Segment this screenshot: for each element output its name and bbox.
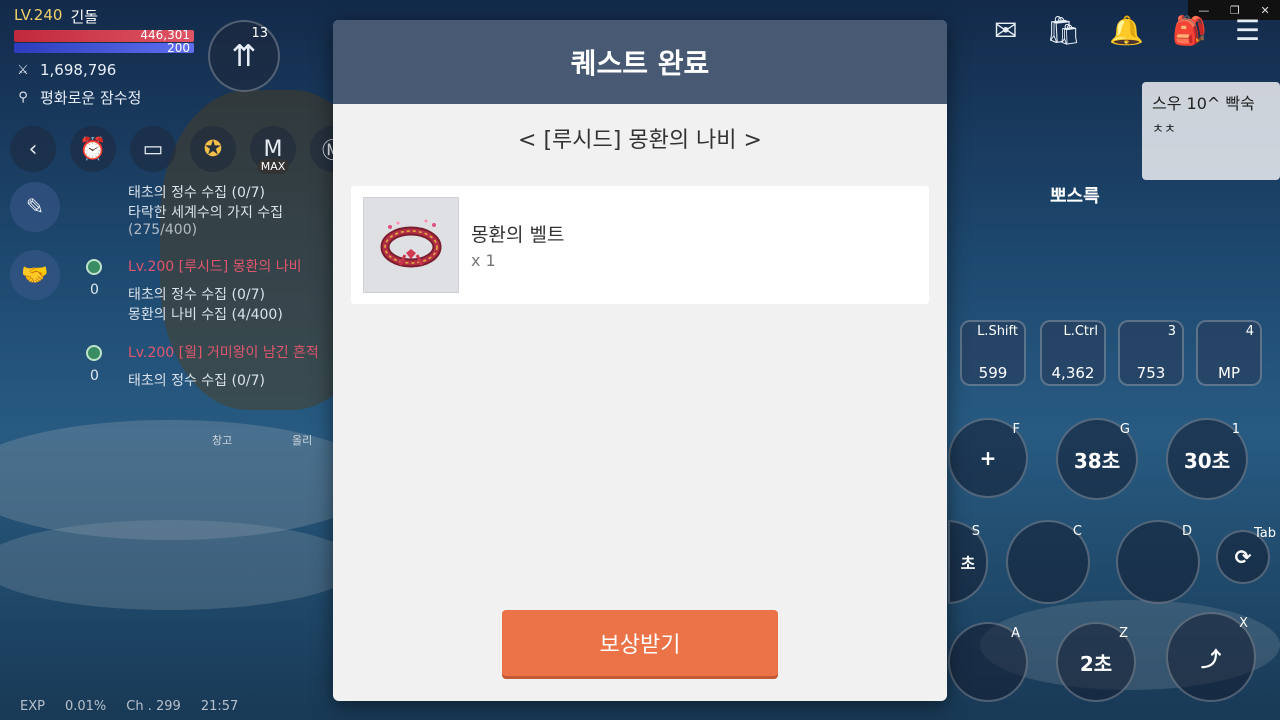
- nickname: 긴돌: [70, 8, 99, 26]
- quick-slot[interactable]: 4 MP: [1196, 320, 1262, 386]
- quest-line: 타락한 세계수의 가지 수집: [128, 205, 284, 221]
- dialog-title: 퀘스트 완료: [570, 47, 710, 80]
- menu-icon-row: ‹ ⏰ ▭ ✪ MMAX Ⓜ: [10, 126, 356, 174]
- levelup-count: 13: [251, 26, 268, 41]
- level-text: LV.240: [14, 6, 63, 24]
- reward-item-card[interactable]: 몽환의 벨트 x 1: [351, 186, 929, 304]
- quest-name: < [루시드] 몽환의 나비 >: [518, 128, 762, 153]
- other-label: 올리: [292, 434, 313, 447]
- hamburger-menu-icon[interactable]: ☰: [1235, 14, 1260, 47]
- levelup-button[interactable]: ⇈ 13: [208, 20, 280, 92]
- reward-item-info: 몽환의 벨트 x 1: [471, 220, 564, 270]
- quest-line: 태초의 정수 수집 (0/7): [128, 185, 265, 201]
- skill-button[interactable]: Z 2초: [1056, 622, 1136, 702]
- skill-button[interactable]: A: [948, 622, 1028, 702]
- side-button-column: ✎ 🤝: [10, 182, 60, 300]
- cash-shop-icon[interactable]: 🛍: [1046, 14, 1082, 47]
- combat-power: 1,698,796: [40, 61, 117, 79]
- skill-button[interactable]: G 38초: [1056, 418, 1138, 500]
- quest-line: (275/400): [128, 222, 198, 238]
- location-name: 평화로운 잠수정: [40, 89, 142, 107]
- clock-time: 21:57: [200, 699, 239, 714]
- quick-slot[interactable]: L.Shift 599: [960, 320, 1026, 386]
- refresh-icon: ⟳: [1234, 545, 1252, 569]
- quest-line: 태초의 정수 수집 (0/7): [128, 287, 265, 303]
- quick-slot[interactable]: 3 753: [1118, 320, 1184, 386]
- quest-item[interactable]: 태초의 정수 수집 (0/7) 타락한 세계수의 가지 수집 (275/400): [84, 182, 334, 238]
- hp-value: 446,301: [140, 28, 190, 42]
- bell-icon[interactable]: 🔔: [1109, 14, 1144, 47]
- mail-icon[interactable]: ✉: [994, 14, 1017, 47]
- party-card-sub: ㅊㅊ: [1152, 122, 1176, 137]
- quest-complete-dialog: 퀘스트 완료 < [루시드] 몽환의 나비 > 몽환의 벨트 x 1 보상받기: [333, 20, 947, 701]
- party-card-title: 스우 10^ 빡숙: [1152, 94, 1255, 113]
- dialog-header: 퀘스트 완료: [333, 20, 947, 104]
- quest-item[interactable]: 0 Lv.200 [루시드] 몽환의 나비 태초의 정수 수집 (0/7) 몽환…: [84, 256, 334, 324]
- character-name-tag: 뽀스륵: [1050, 186, 1100, 207]
- belt-icon: [363, 197, 459, 293]
- backpack-icon[interactable]: 🎒: [1172, 14, 1207, 47]
- alarm-clock-icon[interactable]: ⏰: [70, 126, 116, 172]
- skill-button[interactable]: D: [1116, 520, 1200, 604]
- quest-line: 태초의 정수 수집 (0/7): [128, 373, 265, 389]
- jump-arrow-icon: ⤴: [1201, 646, 1221, 671]
- card-icon[interactable]: ▭: [130, 126, 176, 172]
- double-arrow-up-icon: ⇈: [231, 38, 257, 74]
- reward-item-name: 몽환의 벨트: [471, 224, 565, 246]
- max-icon[interactable]: M MAX: [250, 126, 296, 174]
- quest-status-icon: [86, 345, 102, 361]
- bottom-status-bar: EXP 0.01% Ch . 299 21:57: [20, 699, 238, 714]
- reward-item-quantity: x 1: [471, 251, 496, 270]
- scroll-icon[interactable]: ✎: [10, 182, 60, 232]
- handshake-icon[interactable]: 🤝: [10, 250, 60, 300]
- max-badge: MAX: [256, 158, 290, 174]
- back-arrow-icon[interactable]: ‹: [10, 126, 56, 172]
- party-card[interactable]: 스우 10^ 빡숙 ㅊㅊ: [1142, 82, 1280, 180]
- quest-title: Lv.200 [윌] 거미왕이 남긴 흔적: [128, 345, 319, 361]
- channel: Ch . 299: [126, 699, 181, 714]
- swords-icon: ⚔: [17, 62, 29, 78]
- top-right-menu: ✉ 🛍 🔔 🎒 ☰: [994, 14, 1260, 47]
- skill-button[interactable]: 1 30초: [1166, 418, 1248, 500]
- location-pin-icon: ⚲: [18, 90, 28, 105]
- exp-value: 0.01%: [64, 699, 107, 714]
- mp-bar: 200: [14, 41, 194, 55]
- quest-item[interactable]: 0 Lv.200 [윌] 거미왕이 남긴 흔적 태초의 정수 수집 (0/7): [84, 342, 334, 390]
- exp-label: EXP: [20, 699, 45, 714]
- belt-icon-svg: [380, 219, 442, 268]
- quest-count: 0: [90, 368, 99, 384]
- skill-button[interactable]: Tab ⟳: [1216, 526, 1276, 584]
- quest-tracker: 태초의 정수 수집 (0/7) 타락한 세계수의 가지 수집 (275/400)…: [84, 182, 334, 404]
- mp-value: 200: [167, 41, 190, 55]
- skill-button[interactable]: F +: [948, 418, 1028, 498]
- close-icon[interactable]: ✕: [1260, 4, 1269, 17]
- location-row: ⚲ 평화로운 잠수정: [14, 87, 314, 108]
- quest-count: 0: [90, 282, 99, 298]
- storage-label: 창고: [212, 434, 233, 447]
- claim-reward-button[interactable]: 보상받기: [502, 610, 778, 676]
- jump-button[interactable]: X ⤴: [1166, 612, 1256, 702]
- quest-status-icon: [86, 259, 102, 275]
- quick-slot[interactable]: L.Ctrl 4,362: [1040, 320, 1106, 386]
- quest-line: 몽환의 나비 수집 (4/400): [128, 307, 283, 323]
- medal-icon[interactable]: ✪: [190, 126, 236, 172]
- quest-title: Lv.200 [루시드] 몽환의 나비: [128, 259, 302, 275]
- skill-button[interactable]: C: [1006, 520, 1090, 604]
